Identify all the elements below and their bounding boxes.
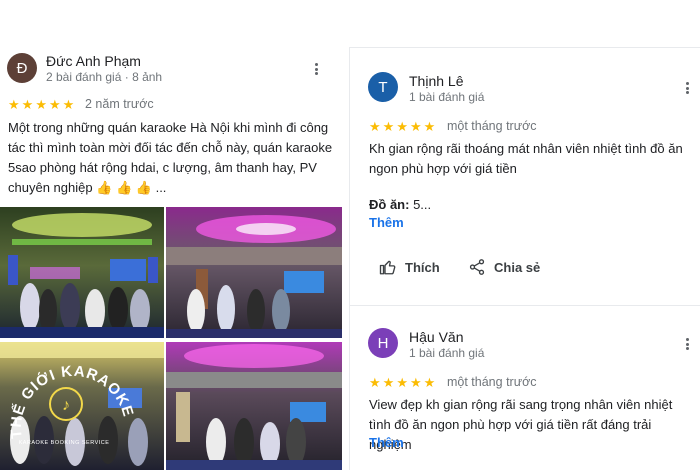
star-rating: ★ ★ ★ ★ ★	[369, 376, 435, 389]
review-photo[interactable]	[166, 342, 342, 470]
share-button[interactable]: Chia sẻ	[468, 258, 540, 276]
review-divider	[350, 305, 700, 306]
star-rating: ★ ★ ★ ★ ★	[369, 120, 435, 133]
reviewer-name[interactable]: Hậu Văn	[409, 329, 463, 345]
like-button[interactable]: Thích	[379, 258, 440, 276]
review-time: một tháng trước	[447, 119, 537, 133]
star-icon: ★	[369, 119, 381, 134]
more-vert-icon[interactable]	[308, 60, 324, 78]
review-text: Kh gian rộng rãi thoáng mát nhân viên nh…	[369, 141, 683, 176]
star-icon: ★	[409, 119, 422, 134]
reviewer-avatar[interactable]: T	[368, 72, 398, 102]
watermark-logo: THẾ GIỚI KARAOKE ♪ KARAOKE BOOKING SERVI…	[0, 346, 165, 470]
food-value: 5...	[413, 197, 432, 212]
review-photo[interactable]	[166, 207, 342, 338]
star-rating: ★ ★ ★ ★ ★	[8, 98, 74, 111]
column-divider	[349, 47, 350, 470]
like-label: Thích	[405, 259, 440, 275]
more-vert-icon[interactable]	[679, 335, 695, 353]
share-label: Chia sẻ	[494, 259, 541, 275]
review-card-1: Đ Đức Anh Phạm 2 bài đánh giá · 8 ảnh ★ …	[0, 0, 342, 470]
star-icon: ★	[369, 375, 381, 390]
star-icon: ★	[8, 97, 20, 112]
star-icon: ★	[48, 97, 61, 112]
reviewer-avatar[interactable]: H	[368, 328, 398, 358]
star-icon: ★	[382, 375, 395, 390]
top-divider	[350, 47, 700, 48]
star-icon: ★	[396, 375, 408, 390]
star-icon: ★	[62, 97, 75, 112]
thumbs-up-icon	[379, 260, 396, 275]
svg-text:THẾ GIỚI KARAOKE: THẾ GIỚI KARAOKE	[8, 363, 137, 440]
star-icon: ★	[21, 97, 34, 112]
reviewer-meta: 1 bài đánh giá	[409, 346, 485, 360]
review-text: View đẹp kh gian rộng rãi sang trọng nhâ…	[369, 397, 673, 452]
share-icon	[469, 259, 485, 275]
review-time: 2 năm trước	[85, 97, 154, 111]
star-icon: ★	[396, 119, 408, 134]
star-icon: ★	[423, 119, 436, 134]
svg-text:♪: ♪	[62, 397, 70, 414]
reviewer-name[interactable]: Thịnh Lê	[409, 73, 463, 89]
review-photo[interactable]	[0, 207, 164, 338]
star-icon: ★	[423, 375, 436, 390]
food-rating: Đồ ăn: 5...	[369, 195, 431, 215]
star-icon: ★	[35, 97, 47, 112]
star-icon: ★	[409, 375, 422, 390]
star-icon: ★	[382, 119, 395, 134]
more-link[interactable]: Thêm	[369, 435, 404, 450]
reviewer-avatar[interactable]: Đ	[7, 53, 37, 83]
review-time: một tháng trước	[447, 375, 537, 389]
review-text: Một trong những quán karaoke Hà Nội khi …	[8, 120, 333, 195]
reviewer-meta: 1 bài đánh giá	[409, 90, 485, 104]
more-vert-icon[interactable]	[679, 79, 695, 97]
svg-text:KARAOKE BOOKING SERVICE: KARAOKE BOOKING SERVICE	[19, 440, 110, 446]
reviewer-name[interactable]: Đức Anh Phạm	[46, 53, 141, 69]
food-label: Đồ ăn:	[369, 197, 410, 212]
more-link[interactable]: Thêm	[369, 215, 404, 230]
reviewer-meta: 2 bài đánh giá · 8 ảnh	[46, 70, 163, 84]
